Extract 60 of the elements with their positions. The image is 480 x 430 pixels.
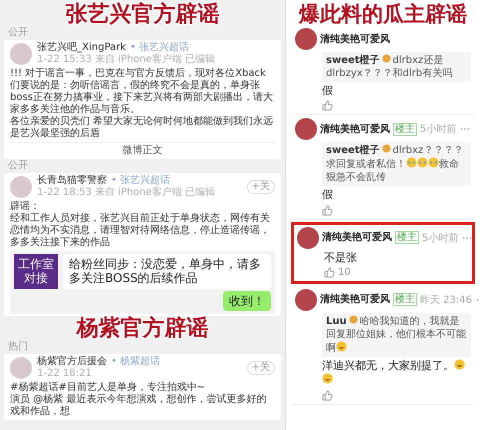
section-label: 公开 <box>7 160 28 172</box>
section-label: 热门 <box>7 341 28 354</box>
avatar <box>295 288 317 311</box>
crying-face-icon <box>417 157 428 168</box>
medal-icon <box>382 144 391 154</box>
user-name[interactable]: 清纯美艳可爱风 <box>320 293 390 306</box>
post-text: 辟谣： <box>10 201 41 212</box>
comment-time: 昨天 23:46 <box>420 294 472 307</box>
full-post-link[interactable]: 微博正文 <box>10 142 275 158</box>
user-name[interactable]: 长青岛猫零警察 <box>37 175 107 188</box>
comment-time: 5小时前 <box>422 232 458 245</box>
user-name[interactable]: 杨紫官方后援会 <box>37 356 107 368</box>
like-icon[interactable] <box>322 100 333 112</box>
post-meta: 1-22 18:53 来自 iPhone客户端 已编辑 <box>37 187 215 200</box>
caption: 爆此料的瓜主辟谣 <box>298 3 468 26</box>
like-icon[interactable] <box>322 204 333 216</box>
post-meta: 1-22 18:21 <box>37 368 93 380</box>
comment-text: 假 <box>322 84 334 98</box>
laughing-face-icon <box>322 373 333 384</box>
author-badge: 楼主 <box>395 231 419 244</box>
post-text: 演员 @杨紫 最近表示今年想演戏，想创作，尝试更多好的戏和作品，想 <box>10 394 268 418</box>
medal-icon <box>348 314 358 324</box>
comment-text: 假 <box>322 188 334 203</box>
comment-text: 不是张 <box>324 250 358 265</box>
post-text: 各位亲爱的贝壳们 希望大家无论何时何地都能做到我们永远是艺兴最坚强的后盾 <box>10 116 274 140</box>
comment-text: 洋迪兴都无，大家别提了。 <box>322 358 471 388</box>
avatar <box>295 28 317 50</box>
chat-label: 工作室对接 <box>14 254 58 289</box>
section-label: 公开 <box>7 27 28 40</box>
reply-bubble: 收到！ <box>223 290 271 312</box>
quoted-reply: sweet橙子 dlrbxz？？？？求回复或者私信！ 救命狠急不会乱传 <box>322 142 471 186</box>
user-name[interactable]: 清纯美艳可爱风 <box>322 231 392 244</box>
post-text: 经和工作人员对接，张艺兴目前正处于单身状态，网传有关恋情均为不实消息，请理智对待网络信息，停止造谣传谣，多多关注接下来的作品 <box>10 213 271 250</box>
user-name[interactable]: 清纯美艳可爱风 <box>320 122 390 136</box>
user-name[interactable]: 清纯美艳可爱风 <box>320 32 390 46</box>
comment-time: 5小时前 <box>420 122 456 136</box>
avatar <box>10 43 32 66</box>
laughing-face-icon <box>454 358 465 370</box>
user-name[interactable]: 张艺兴吧_XingPark <box>37 42 126 54</box>
avatar <box>10 357 32 380</box>
post-meta: 1-22 15:33 来自 iPhone客户端 已编辑 <box>37 54 215 66</box>
caption: 张艺兴官方辟谣 <box>64 3 220 26</box>
like-count: 10 <box>338 266 351 278</box>
avatar <box>295 118 317 140</box>
post-text: #杨紫超话#目前艺人是单身，专注拍戏中~ <box>10 382 206 394</box>
laughing-face-icon <box>336 340 347 352</box>
author-badge: 楼主 <box>393 122 417 136</box>
avatar <box>10 176 32 198</box>
avatar <box>297 226 319 249</box>
crying-face-icon <box>406 157 417 168</box>
crying-face-icon <box>428 157 439 168</box>
post-text: !!! 对于谣言一事，巴克在与官方反馈后，现对各位Xback们要说的是：勿听信谣言，假的终究不会是真的，单身张boss正在努力搞事业，接下来艺兴将有两部大剧播出，请大家多多关注他的作品与音乐。 <box>10 68 274 116</box>
medal-icon <box>382 54 391 64</box>
message-bubble: 给粉丝同步：没恋爱，单身中，请多多关注BOSS的后续作品 <box>63 254 271 289</box>
author-badge: 楼主 <box>393 293 417 306</box>
quoted-reply: sweet橙子 dlrbxz还是dlrbzyx？？？和dlrb有关吗 <box>322 52 471 82</box>
like-icon[interactable] <box>322 390 333 401</box>
like-icon[interactable] <box>324 266 335 278</box>
quoted-reply: Luu 哈哈我知道的，我就是回复那位姐妹，他们根本不可能啊 <box>322 312 471 357</box>
caption: 杨紫官方辟谣 <box>74 317 210 340</box>
